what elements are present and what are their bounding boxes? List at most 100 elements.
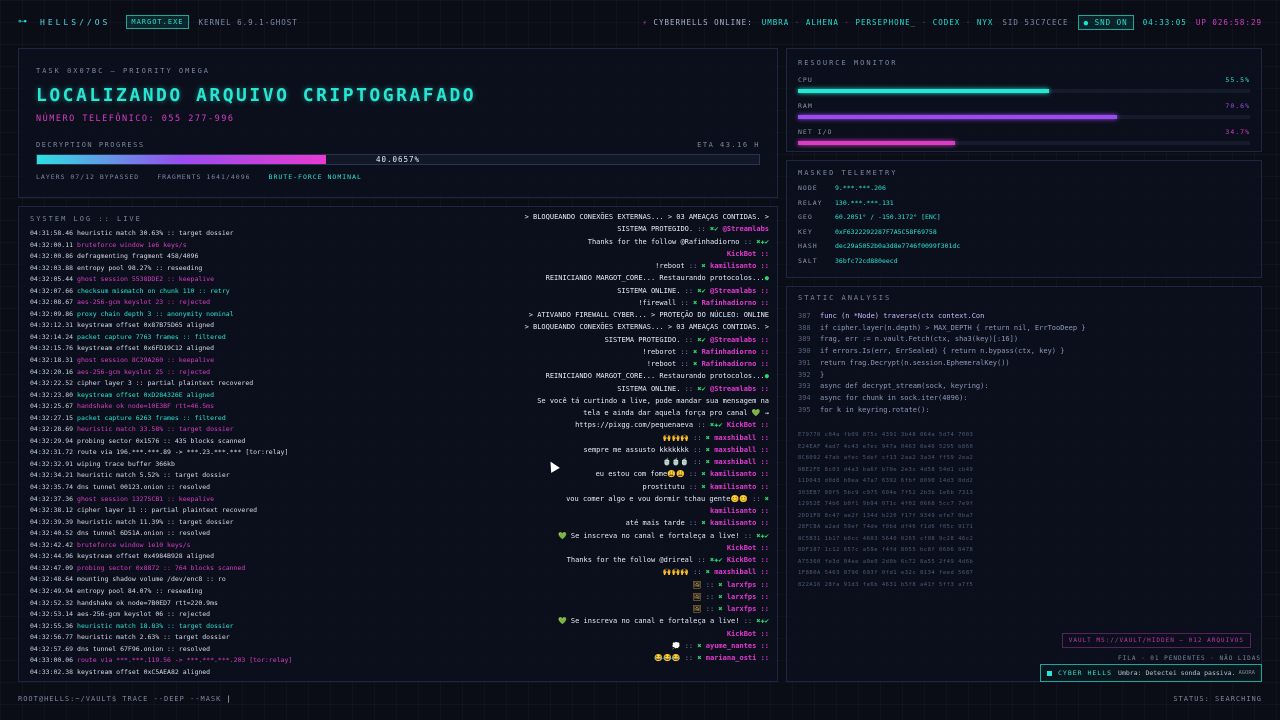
sound-toggle[interactable]: ● SND ON (1077, 14, 1134, 30)
log-message: heuristic match 30.63% :: target dossier (77, 229, 234, 237)
log-line: 04:32:53.14 aes-256-gcm keyslot 06 :: rej… (30, 609, 320, 621)
log-message: route via ***.***.119.56 -> ***.***.***.… (77, 656, 293, 665)
online-user[interactable]: CODEX (933, 18, 961, 27)
chat-author[interactable]: kamilisanto :: (710, 262, 769, 270)
chat-author[interactable]: maxshiball :: (714, 458, 769, 466)
hex-line: E79770 c04a fb09 875c 4391 3b48 064a 5d7… (798, 432, 974, 439)
notification-toast[interactable]: CYBER HELLS Umbra: Detectei sonda passiv… (1040, 664, 1262, 682)
log-timestamp: 04:32:57.69 (30, 644, 74, 653)
chat-author[interactable]: larxfps :: (727, 593, 769, 601)
chat-badge-icon: ✖ (697, 641, 702, 650)
user-separator: · (916, 17, 933, 27)
code-line: 388 if cipher.layer(n.depth) > MAX_DEPTH … (798, 323, 1250, 335)
chat-separator: :: (743, 617, 753, 626)
chat-author[interactable]: ayume_nantes :: (706, 642, 769, 650)
chat-text: https://pixgg.com/pequenaeva (575, 421, 694, 430)
log-line: 04:32:08.67 aes-256-gcm keyslot 23 :: rej… (30, 297, 320, 309)
chat-separator: :: (680, 360, 689, 368)
chat-author[interactable]: Rafinhadiorno :: (702, 348, 769, 356)
chat-author[interactable]: @Streamlabs :: (710, 336, 769, 344)
log-timestamp: 04:32:39.39 (30, 517, 74, 526)
log-line: 04:32:00.86 defragmenting fragment 458/40… (30, 251, 320, 263)
code-source: async def decrypt_stream(sock, keyring): (820, 382, 989, 391)
chat-message: 💚 Se inscreva no canal e fortaleça a liv… (319, 530, 769, 542)
chat-author[interactable]: KickBot :: (727, 556, 769, 564)
chat-message: Se você tá curtindo a live, pode mandar … (319, 395, 769, 407)
chat-author[interactable]: maxshiball :: (714, 446, 769, 454)
chat-author[interactable]: kamilisanto :: (710, 507, 769, 515)
log-timestamp: 04:32:00.11 (30, 240, 74, 249)
progress-value: 40.0657% (375, 155, 421, 164)
chat-separator: :: (684, 286, 694, 295)
log-line: 04:32:18.31 ghost session 8C29A260 :: kee… (30, 355, 320, 367)
log-timestamp: 04:32:29.94 (30, 436, 74, 445)
chat-author[interactable]: @Streamlabs (723, 225, 769, 233)
chat-author[interactable]: kamilisanto :: (710, 519, 769, 527)
log-timestamp: 04:32:34.21 (30, 471, 74, 480)
chat-badge-icon: ✖✔ (697, 286, 706, 295)
chat-author[interactable]: KickBot :: (727, 421, 769, 429)
command-prompt[interactable]: ROOT@HELLS:~/VAULT$ TRACE --DEEP --MASK … (18, 695, 232, 703)
log-line: 04:32:38.12 cipher layer 11 :: partial pl… (30, 505, 320, 517)
log-message: ghost session 5538DDE2 :: keepalive (77, 275, 215, 284)
chat-message: SISTEMA PROTEGIDO. :: ✖✔ @Streamlabs (319, 223, 769, 235)
telemetry-key: RELAY (798, 198, 823, 207)
online-user[interactable]: UMBRA (762, 18, 790, 27)
chat-badge-icon: ✖✔ (697, 335, 706, 344)
telemetry-value: 130.***.***.131 (835, 198, 894, 207)
system-log-panel[interactable]: SYSTEM LOG :: LIVE 04:31:58.46 heuristic … (18, 206, 778, 682)
log-message: wiping trace buffer 366kb (77, 459, 175, 468)
chat-author[interactable]: KickBot :: (727, 250, 769, 258)
log-message: keystream offset 0x4984B928 aligned (77, 552, 215, 561)
log-message: ghost session 8C29A260 :: keepalive (77, 356, 215, 365)
chat-text: !reboot (646, 360, 677, 368)
log-message: mounting shadow volume /dev/enc8 :: ro (77, 575, 226, 584)
process-badge[interactable]: MARGOT.EXE (126, 15, 189, 29)
chat-separator: :: (705, 605, 715, 613)
chat-author[interactable]: maxshiball :: (714, 434, 769, 442)
log-timestamp: 04:32:28.69 (30, 425, 74, 434)
chat-author[interactable]: KickBot :: (727, 544, 769, 552)
log-timestamp: 04:32:12.31 (30, 321, 74, 330)
clock: 04:33:05 (1142, 17, 1187, 27)
log-timestamp: 04:32:38.12 (30, 506, 74, 515)
chat-author[interactable]: Rafinhadiorno :: (702, 360, 769, 368)
log-message: checksum mismatch on chunk 110 :: retry (77, 286, 230, 295)
chat-author[interactable]: kamilisanto :: (710, 483, 769, 491)
log-timestamp: 04:32:20.16 (30, 367, 74, 376)
chat-overlay: > BLOQUEANDO CONEXÕES EXTERNAS... > 03 A… (319, 211, 769, 664)
chat-author[interactable]: kamilisanto :: (710, 470, 769, 478)
code-line: 389 frag, err := n.vault.Fetch(ctx, sha3(… (798, 334, 1250, 346)
chat-author[interactable]: @Streamlabs :: (710, 385, 769, 393)
log-timestamp: 04:32:37.36 (30, 494, 74, 503)
chat-message: REINICIANDO MARGOT_CORE... Restaurando p… (319, 272, 769, 284)
chat-author[interactable]: maxshiball :: (714, 568, 769, 576)
chat-message: https://pixgg.com/pequenaeva :: ✖✚✔ Kick… (319, 419, 769, 431)
hex-line: 11D043 d0d8 b0ea 47a7 6392 6fbf 8090 14d… (798, 478, 974, 485)
online-user[interactable]: PERSEPHONE_ (855, 18, 916, 27)
chat-message: vou comer algo e vou dormir tchau gente😊… (319, 493, 769, 505)
log-message: packet capture 7763 frames :: filtered (77, 332, 226, 341)
vault-link[interactable]: VAULT MS://VAULT/HIDDEN — 012 ARQUIVOS (1061, 633, 1251, 648)
chat-text: REINICIANDO MARGOT_CORE... Restaurando p… (545, 274, 765, 283)
online-user[interactable]: NYX (977, 18, 994, 27)
chat-author[interactable]: @Streamlabs :: (710, 287, 769, 295)
chat-message: SISTEMA PROTEGIDO. :: ✖✔ @Streamlabs :: (319, 334, 769, 346)
chat-author[interactable]: Rafinhadiorno :: (702, 299, 769, 307)
hex-line: 0BE2FE 8c03 d4a3 ba6f b70e 2e3c 4d58 54d… (798, 466, 974, 473)
log-line: 04:32:55.36 heuristic match 18.83% :: tar… (30, 621, 320, 633)
log-message: handshake ok node=10E3BF rtt=46.5ms (77, 402, 215, 411)
log-line: 04:32:07.66 checksum mismatch on chunk 11… (30, 286, 320, 298)
chat-text: > BLOQUEANDO CONEXÕES EXTERNAS... > 03 A… (524, 323, 769, 332)
hex-dump: E79770 c04a fb09 875c 4391 3b48 064a 5d7… (798, 430, 1250, 591)
chat-author[interactable]: larxfps :: (727, 605, 769, 613)
chat-separator: :: (743, 531, 753, 540)
online-user[interactable]: ALHENA (806, 18, 839, 27)
chat-author[interactable]: mariana_osti :: (706, 654, 769, 662)
chat-badge-icon: ✖ (693, 347, 698, 356)
resource-row: CPU 55.5% (798, 76, 1250, 93)
chat-author[interactable]: larxfps :: (727, 581, 769, 589)
log-line: 04:32:09.86 proxy chain depth 3 :: anonym… (30, 309, 320, 321)
chat-author[interactable]: KickBot :: (727, 630, 769, 638)
hex-line: 28FC8A a2ad 59ef 74de f0bd df46 f1d6 f05… (798, 524, 974, 531)
